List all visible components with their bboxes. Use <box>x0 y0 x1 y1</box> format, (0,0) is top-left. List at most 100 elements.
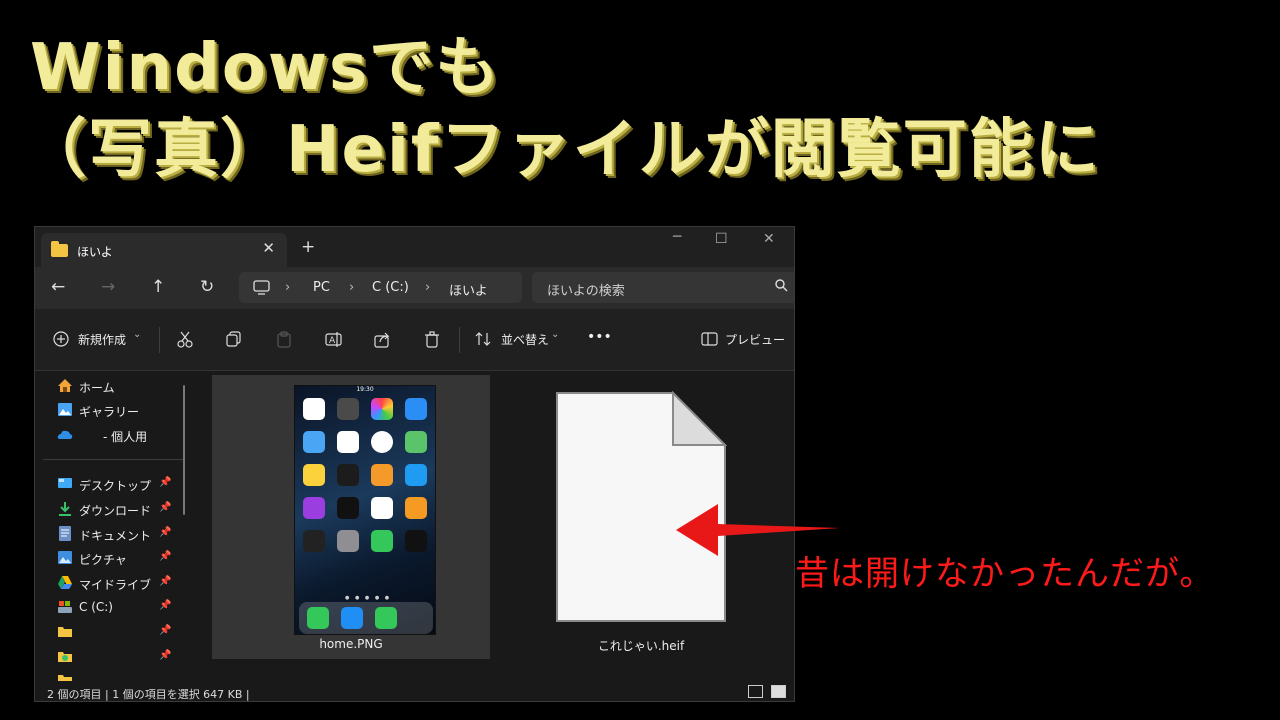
file-item-home-png[interactable]: 19:30 ● ● ● ● ● home.PNG <box>212 375 490 659</box>
sidebar-item-label: デスクトップ <box>79 479 152 493</box>
tv-app-icon <box>337 497 359 519</box>
settings-app-icon <box>337 530 359 552</box>
search-placeholder: ほいよの検索 <box>547 284 625 299</box>
download-icon <box>59 502 71 516</box>
photos-app-icon <box>371 398 393 420</box>
close-window-button[interactable]: ✕ <box>763 231 775 247</box>
sidebar-item-documents[interactable]: ドキュメント 📌 <box>57 525 177 545</box>
file-explorer-window: ほいよ ✕ + ─ ☐ ✕ ← → ↑ ↻ › PC › C (C:) › ほい… <box>34 226 795 702</box>
headline-line-1: Windowsでも <box>30 31 502 105</box>
sort-button[interactable]: 並べ替え <box>501 331 549 348</box>
document-icon <box>59 526 71 541</box>
preview-button[interactable]: プレビュー <box>725 331 785 348</box>
mail-app-icon <box>405 398 427 420</box>
phone-app-icon <box>307 607 329 629</box>
reminders-app-icon <box>337 431 359 453</box>
chevron-down-icon: ⌄ <box>551 329 560 340</box>
maximize-button[interactable]: ☐ <box>715 231 728 247</box>
breadcrumb-separator: › <box>425 280 431 295</box>
pictures-icon <box>58 551 72 564</box>
home-app-icon <box>405 497 427 519</box>
delete-icon[interactable] <box>424 331 440 348</box>
sidebar-item-folder[interactable]: 📌 <box>57 623 177 643</box>
monitor-icon <box>253 280 270 295</box>
status-bar: 2 個の項目 | 1 個の項目を選択 647 KB | <box>35 681 794 701</box>
messages-app-icon <box>375 607 397 629</box>
folder-icon <box>58 652 72 662</box>
navigation-pane: ホーム ギャラリー - 個人用 デスクトップ 📌 ダウンロード 📌 ドキュメント… <box>35 371 191 685</box>
weather-app-icon <box>303 431 325 453</box>
breadcrumb-hoiyo[interactable]: ほいよ <box>449 280 488 299</box>
sidebar-item-c-drive[interactable]: C (C:) 📌 <box>57 598 177 618</box>
facetime-app-icon <box>371 530 393 552</box>
desktop-icon <box>58 478 72 488</box>
sidebar-item-my-drive[interactable]: マイドライブ 📌 <box>57 574 177 594</box>
breadcrumb-c-drive[interactable]: C (C:) <box>372 280 409 295</box>
forward-button[interactable]: → <box>101 277 115 297</box>
status-text: 2 個の項目 | 1 個の項目を選択 647 KB | <box>47 688 250 701</box>
wallet-app-icon <box>303 530 325 552</box>
copy-icon[interactable] <box>226 331 242 348</box>
toolbar-divider <box>459 327 460 353</box>
rename-icon[interactable]: A <box>325 331 342 348</box>
pin-icon: 📌 <box>159 576 172 587</box>
pin-icon: 📌 <box>159 502 172 513</box>
large-icons-view-button[interactable] <box>771 685 786 698</box>
folder-icon <box>58 627 72 637</box>
search-input[interactable]: ほいよの検索 <box>532 272 794 303</box>
cut-icon[interactable] <box>177 331 193 348</box>
share-icon[interactable] <box>374 331 391 348</box>
home-icon <box>58 379 72 392</box>
tab-close-icon[interactable]: ✕ <box>262 239 275 257</box>
sort-icon <box>475 332 491 346</box>
more-options-button[interactable]: ••• <box>587 329 612 345</box>
fitness-app-icon <box>405 530 427 552</box>
notes-app-icon <box>303 464 325 486</box>
title-bar: ほいよ ✕ + ─ ☐ ✕ <box>35 227 794 267</box>
phone-status-bar: 19:30 <box>356 386 374 393</box>
breadcrumb-separator: › <box>349 280 355 295</box>
google-drive-icon <box>58 576 72 589</box>
up-button[interactable]: ↑ <box>151 277 165 297</box>
paste-icon[interactable] <box>276 331 292 348</box>
drive-icon <box>58 601 72 613</box>
safari-app-icon <box>341 607 363 629</box>
pin-icon: 📌 <box>159 477 172 488</box>
app-store-icon <box>405 464 427 486</box>
file-name[interactable]: これじゃい.heif <box>541 637 741 654</box>
clock-app-icon <box>371 431 393 453</box>
sidebar-item-label: ホーム <box>79 381 115 395</box>
tab-label: ほいよ <box>77 245 113 259</box>
stocks-app-icon <box>337 464 359 486</box>
app-grid <box>303 398 429 552</box>
sidebar-item-label: ピクチャ <box>79 553 127 567</box>
tab-hoiyo[interactable]: ほいよ ✕ <box>41 233 287 267</box>
podcasts-app-icon <box>303 497 325 519</box>
sidebar-item-folder[interactable]: 📌 <box>57 648 177 668</box>
refresh-button[interactable]: ↻ <box>200 277 214 297</box>
chevron-down-icon: ⌄ <box>133 329 142 340</box>
preview-pane-icon <box>701 332 718 346</box>
minimize-button[interactable]: ─ <box>673 229 681 245</box>
sidebar-item-label: ギャラリー <box>79 405 140 419</box>
new-button[interactable]: 新規作成 <box>78 331 126 348</box>
camera-app-icon <box>337 398 359 420</box>
sidebar-item-onedrive[interactable]: - 個人用 <box>57 426 177 446</box>
address-bar[interactable]: › PC › C (C:) › ほいよ <box>239 272 522 303</box>
new-tab-button[interactable]: + <box>301 237 315 257</box>
breadcrumb-pc[interactable]: PC <box>313 280 330 295</box>
sidebar-item-label: ダウンロード <box>79 504 152 518</box>
sidebar-item-home[interactable]: ホーム <box>57 377 177 397</box>
back-button[interactable]: ← <box>51 277 65 297</box>
image-thumbnail: 19:30 ● ● ● ● ● <box>294 385 436 635</box>
sidebar-item-label: C (C:) <box>79 600 113 614</box>
sidebar-item-gallery[interactable]: ギャラリー <box>57 401 177 421</box>
details-view-button[interactable] <box>748 685 763 698</box>
sidebar-scrollbar[interactable] <box>183 385 185 515</box>
onedrive-icon <box>57 430 73 439</box>
gallery-icon <box>58 403 72 416</box>
sidebar-item-downloads[interactable]: ダウンロード 📌 <box>57 500 177 520</box>
pin-icon: 📌 <box>159 551 172 562</box>
sidebar-item-desktop[interactable]: デスクトップ 📌 <box>57 475 177 495</box>
sidebar-item-pictures[interactable]: ピクチャ 📌 <box>57 549 177 569</box>
